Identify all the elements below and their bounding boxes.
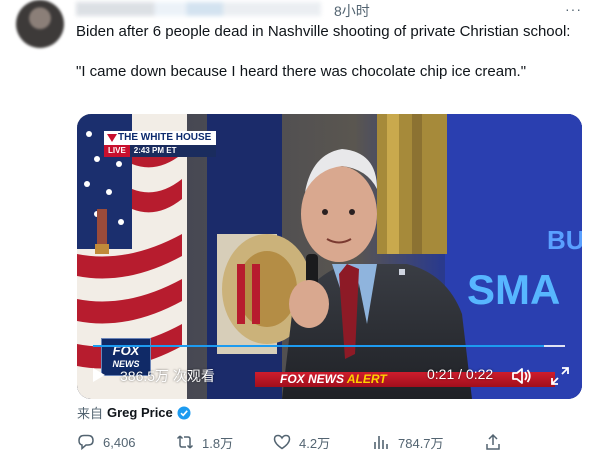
live-bar: LIVE 2:43 PM ET: [104, 145, 216, 157]
heart-icon: [273, 434, 291, 450]
reply-count: 6,406: [103, 434, 136, 450]
video-player[interactable]: BU SMA THE WHITE HOUSE LIVE 2:43 PM ET F…: [77, 114, 582, 399]
video-progress-fill: [93, 345, 544, 347]
retweet-icon: [176, 435, 194, 449]
like-count: 4.2万: [299, 435, 331, 451]
fullscreen-icon[interactable]: [551, 367, 569, 385]
video-time: 0:21 / 0:22: [427, 366, 494, 382]
svg-text:SMA: SMA: [467, 266, 560, 313]
tweet-text: Biden after 6 people dead in Nashville s…: [76, 22, 576, 82]
play-icon[interactable]: [92, 367, 106, 383]
more-horizontal-icon[interactable]: ···: [565, 2, 585, 18]
tweet-text-line: Biden after 6 people dead in Nashville s…: [76, 23, 571, 40]
via-user-link[interactable]: Greg Price: [107, 405, 173, 420]
views-chart-icon: [374, 436, 388, 449]
share-button[interactable]: [484, 432, 502, 452]
via-attribution: 来自 Greg Price: [77, 403, 191, 422]
retweet-count: 1.8万: [202, 435, 234, 451]
author-name-blurred[interactable]: [76, 2, 321, 16]
svg-text:BU: BU: [547, 225, 582, 255]
video-progress-bar[interactable]: [93, 345, 565, 347]
verified-badge-icon: [177, 406, 191, 419]
retweet-button[interactable]: 1.8万: [176, 432, 233, 452]
volume-icon[interactable]: [512, 367, 532, 385]
via-prefix: 来自: [77, 406, 104, 421]
views-button[interactable]: 784.7万: [372, 432, 444, 452]
fox-news-alert-bar: FOX NEWS ALERT: [255, 372, 555, 387]
reply-button[interactable]: 6,406: [77, 432, 136, 452]
tweet-text-quote: "I came down because I heard there was c…: [76, 63, 527, 80]
white-house-banner: THE WHITE HOUSE: [104, 131, 216, 145]
views-count: 784.7万: [398, 435, 444, 451]
avatar[interactable]: [16, 0, 64, 48]
live-time: 2:43 PM ET: [133, 146, 177, 155]
tweet-actions: 6,406 1.8万 4.2万 784.7万: [77, 432, 507, 452]
live-tag: LIVE: [104, 145, 130, 157]
share-icon: [486, 433, 500, 450]
reply-icon: [78, 434, 94, 451]
tweet-timestamp[interactable]: 8小时: [334, 1, 370, 21]
view-count: 386.5万 次观看: [120, 368, 215, 384]
like-button[interactable]: 4.2万: [273, 432, 330, 452]
